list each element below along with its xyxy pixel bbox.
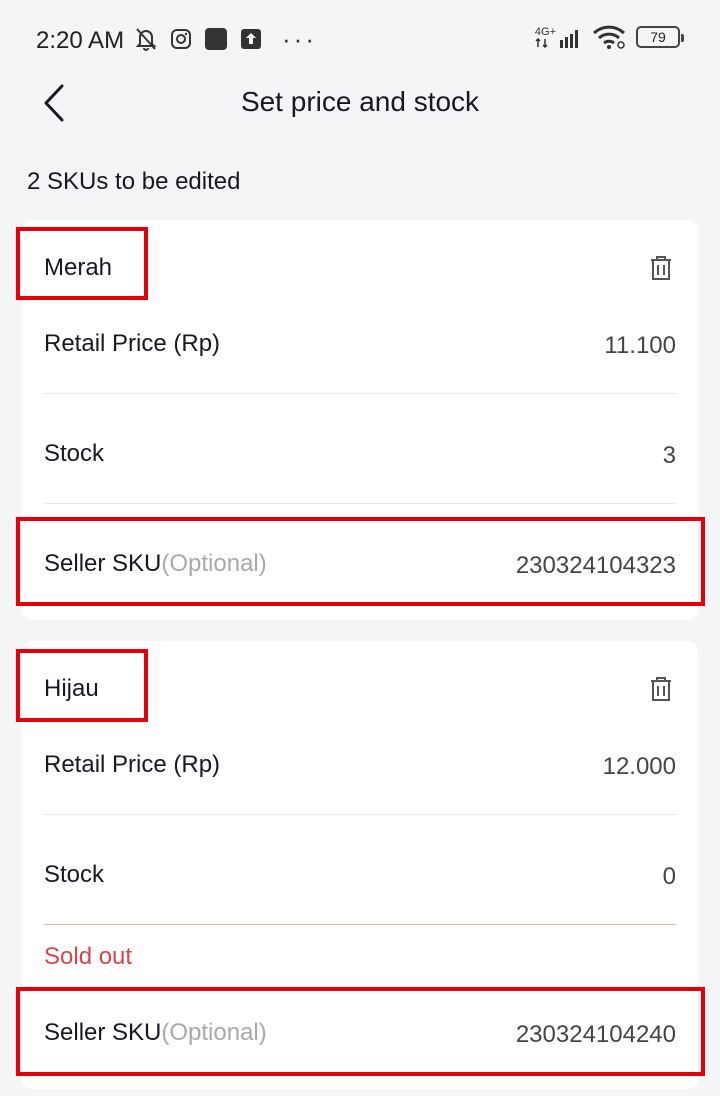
more-notifications-icon: ··· [282,24,317,54]
trash-icon[interactable] [648,675,674,703]
seller-sku-label: Seller SKU(Optional) [44,550,267,578]
sku-count-label: 2 SKUs to be edited [27,168,241,195]
sku-card: Merah Retail Price (Rp) 11.100 Stock 3 S… [22,220,698,620]
sold-out-warning: Sold out [44,943,133,970]
app-square-icon [205,28,227,50]
battery-level: 79 [650,29,666,45]
page-title: Set price and stock [240,86,480,117]
wifi-icon [592,25,626,49]
sku-card: Hijau Retail Price (Rp) 12.000 Stock 0 S… [22,641,698,1089]
retail-price-input[interactable]: 12.000 [603,753,676,781]
signal-bars-icon [560,29,578,48]
divider [44,814,676,815]
notification-icons: ··· [134,26,317,52]
network-type: 4G+ [534,25,556,38]
retail-price-input[interactable]: 11.100 [604,332,676,360]
variant-name: Merah [44,254,113,281]
trash-icon[interactable] [648,254,674,282]
seller-sku-label: Seller SKU(Optional) [44,1019,267,1047]
stock-input[interactable]: 3 [663,442,676,470]
cellular-signal: 4G+ [534,25,582,48]
divider [44,503,676,504]
optional-hint: (Optional) [161,550,267,577]
stock-input[interactable]: 0 [663,863,676,891]
seller-sku-input[interactable]: 230324104323 [516,552,676,580]
system-icons: 4G+ 79 [534,24,684,50]
seller-sku-label-text: Seller SKU [44,1019,162,1046]
data-arrows-icon [535,37,548,48]
header: Set price and stock [0,80,720,126]
status-bar: 2:20 AM ··· 4G+ 79 [0,0,720,80]
error-divider [44,924,676,925]
stock-label: Stock [44,440,105,467]
seller-sku-input[interactable]: 230324104240 [516,1021,676,1049]
battery-icon: 79 [636,26,684,48]
retail-price-label: Retail Price (Rp) [44,751,221,778]
instagram-icon [171,29,191,49]
mute-bell-icon [135,28,157,51]
stock-label: Stock [44,861,105,888]
status-time: 2:20 AM [36,27,125,54]
optional-hint: (Optional) [161,1019,267,1046]
seller-sku-label-text: Seller SKU [44,550,162,577]
retail-price-label: Retail Price (Rp) [44,330,221,357]
variant-name: Hijau [44,675,99,702]
upload-icon [241,29,261,49]
divider [44,393,676,394]
